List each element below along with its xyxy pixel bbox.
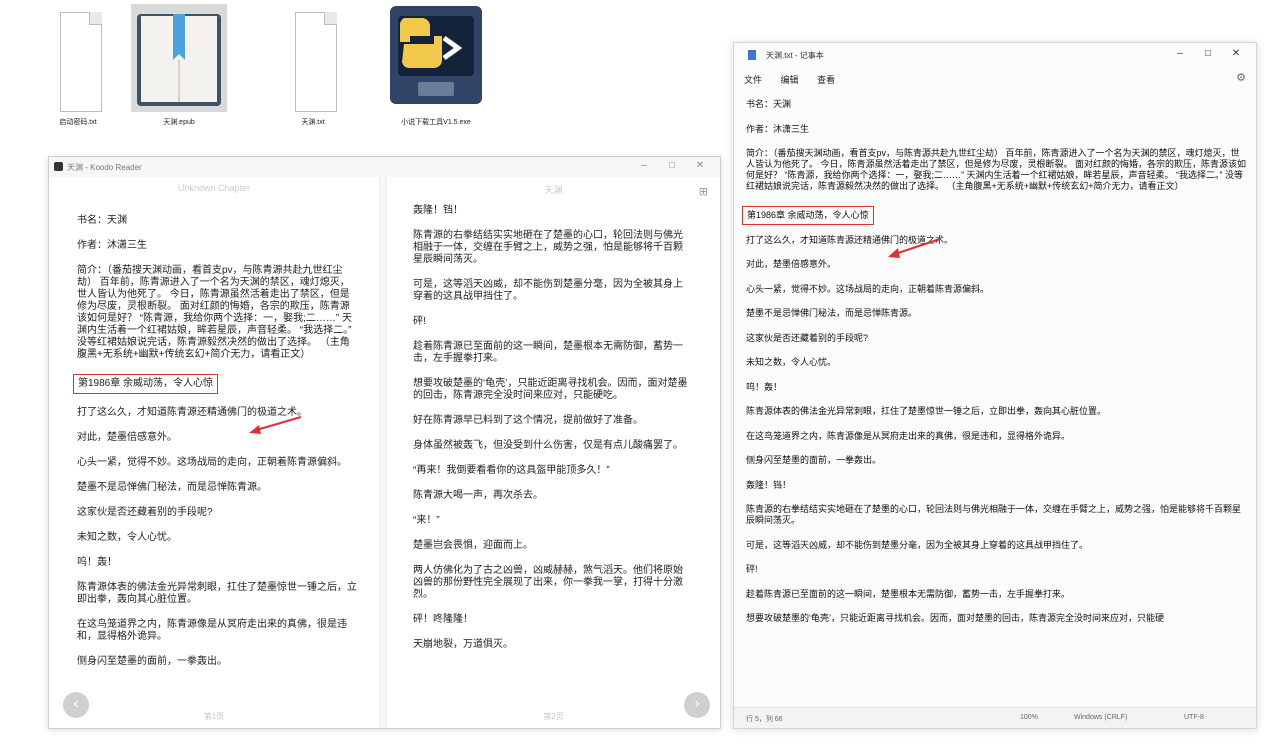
file-label: 小说下载工具V1.5.exe xyxy=(401,119,471,126)
chapter-title: 第1986章 余威动荡，令人心惊 xyxy=(747,209,869,220)
menu-view[interactable]: 查看 xyxy=(817,75,835,85)
paragraph: 轰隆！铛！ xyxy=(413,205,463,216)
text-line: 呜！轰！ xyxy=(746,381,783,392)
paragraph: 趁着陈青源已至面前的这一瞬间，楚墨根本无需防御，蓄势一击，左手握拳打来。 xyxy=(413,341,683,364)
text-line: 作者：沐潇三生 xyxy=(746,123,810,134)
file-startup-password-txt[interactable]: 启动密码.txt xyxy=(30,4,126,130)
paragraph: 未知之数，令人心忧。 xyxy=(77,532,177,543)
file-tianyuan-txt[interactable]: 天渊.txt xyxy=(265,4,361,130)
paragraph: “再来！我倒要看看你的这具盔甲能顶多久！” xyxy=(413,465,610,476)
text-line: 对此，楚墨倍感意外。 xyxy=(746,259,837,269)
file-downloader-exe[interactable]: 小说下载工具V1.5.exe xyxy=(388,4,484,130)
text-line: 趁着陈青源已至面前的这一瞬间，楚墨根本无需防御，蓄势一击，左手握拳打来。 xyxy=(746,588,1071,599)
paragraph: 砰! xyxy=(413,316,426,327)
text-line: 可是，这等滔天凶威，却不能伤到楚墨分毫，因为全被其身上穿着的这具战甲挡住了。 xyxy=(746,539,1089,550)
text-line: 侧身闪至楚墨的面前，一拳轰出。 xyxy=(746,455,882,465)
koodo-reader-window: 天渊 - Koodo Reader – □ ✕ Unknown Chapter 书名… xyxy=(48,156,721,729)
settings-gear-icon[interactable]: ⚙ xyxy=(1236,71,1246,84)
paragraph: 打了这么久，才知道陈青源还精通佛门的极道之术。 xyxy=(77,407,307,418)
book-title-line: 书名：天渊 xyxy=(77,215,127,226)
page-number: 第1页 xyxy=(203,712,225,721)
chapter-title: 第1986章 余威动荡，令人心惊 xyxy=(78,378,214,389)
menu-file[interactable]: 文件 xyxy=(744,75,762,85)
paragraph: 在这鸟笼道界之内，陈青源像是从冥府走出来的真佛，很是违和，显得格外诡异。 xyxy=(77,619,347,642)
notepad-window: 天渊.txt - 记事本 – □ ✕ 文件 编辑 查看 ⚙ 书名：天渊 作者：沐潇三… xyxy=(733,42,1257,729)
menu-bar: 文件 编辑 查看 xyxy=(744,73,851,86)
paragraph: 陈青源的右拳结结实实地砸在了楚墨的心口，轮回法则与佛光相融于一体，交缠在手臂之上… xyxy=(413,230,683,265)
line-ending: Windows (CRLF) xyxy=(1074,714,1128,721)
paragraph: 楚墨岂会畏惧，迎面而上。 xyxy=(413,540,533,551)
paragraph: 身体虽然被轰飞，但没受到什么伤害，仅是有点儿酸痛罢了。 xyxy=(413,440,683,451)
paragraph: 天崩地裂，万道俱灭。 xyxy=(413,639,513,650)
encoding: UTF-8 xyxy=(1184,714,1204,721)
close-icon[interactable]: ✕ xyxy=(686,160,714,171)
text-line: 这家伙是否还藏着别的手段呢? xyxy=(746,332,869,343)
paragraph: 想要攻破楚墨的‘龟壳’，只能近距离寻找机会。因而，面对楚墨的回击，陈青源完全没时… xyxy=(413,378,688,401)
minimize-icon[interactable]: – xyxy=(630,160,658,171)
txt-file-icon xyxy=(30,4,126,112)
reader-left-page: Unknown Chapter 书名：天渊 作者：沐潇三生 简介：（番茄搜天渊动… xyxy=(49,177,379,728)
file-label: 天渊.txt xyxy=(301,119,325,126)
menu-edit[interactable]: 编辑 xyxy=(781,75,799,85)
paragraph: 楚墨不是忌惮佛门秘法，而是忌惮陈青源。 xyxy=(77,482,267,493)
book-spine xyxy=(379,177,387,728)
minimize-icon[interactable]: – xyxy=(1166,48,1194,59)
book-icon xyxy=(131,4,227,112)
status-bar: 行 5，列 66 100% Windows (CRLF) UTF-8 xyxy=(734,707,1256,728)
window-title: 天渊.txt - 记事本 xyxy=(766,51,824,60)
reader-right-page: 天渊 ⊞ 轰隆！铛！ 陈青源的右拳结结实实地砸在了楚墨的心口，轮回法则与佛光相融… xyxy=(387,177,720,728)
paragraph: 可是，这等滔天凶威，却不能伤到楚墨分毫，因为全被其身上穿着的这具战甲挡住了。 xyxy=(413,279,683,302)
text-line: 简介：（番茄搜天渊动画，看首支pv，与陈青源共赴九世红尘劫） 百年前，陈青源进入… xyxy=(746,148,1247,191)
koodo-title-bar: 天渊 - Koodo Reader – □ ✕ xyxy=(49,157,720,177)
koodo-app-icon xyxy=(54,162,63,171)
text-line: 想要攻破楚墨的‘龟壳’，只能近距离寻找机会。因而，面对楚墨的回击，陈青源完全没时… xyxy=(746,613,1165,623)
paragraph: 心头一紧，觉得不妙。这场战局的走向，正朝着陈青源偏斜。 xyxy=(77,457,347,468)
text-line: 在这鸟笼道界之内，陈青源像是从冥府走出来的真佛，很是违和，显得格外诡异。 xyxy=(746,430,1071,441)
txt-file-icon xyxy=(265,4,361,112)
notepad-title-bar: 天渊.txt - 记事本 – □ ✕ xyxy=(734,43,1256,67)
file-label: 天渊.epub xyxy=(163,119,195,126)
cursor-position: 行 5，列 66 xyxy=(746,716,783,723)
chapter-title-highlight: 第1986章 余威动荡，令人心惊 xyxy=(742,205,874,225)
file-label: 启动密码.txt xyxy=(59,119,97,126)
author-line: 作者：沐潇三生 xyxy=(77,240,147,251)
red-arrow-icon xyxy=(888,238,941,258)
grid-view-icon[interactable]: ⊞ xyxy=(699,185,708,198)
text-editor[interactable]: 书名：天渊 作者：沐潇三生 简介：（番茄搜天渊动画，看首支pv，与陈青源共赴九世… xyxy=(742,99,1247,706)
page-number: 第2页 xyxy=(543,712,564,721)
maximize-icon[interactable]: □ xyxy=(658,160,686,171)
paragraph: 两人仿佛化为了古之凶兽，凶威赫赫，煞气滔天。他们将原始凶兽的那份野性完全展现了出… xyxy=(413,565,683,600)
window-title: 天渊 - Koodo Reader xyxy=(67,163,142,172)
paragraph: “来！” xyxy=(413,515,440,526)
zoom-level: 100% xyxy=(1020,714,1038,721)
paragraph: 对此，楚墨倍感意外。 xyxy=(77,432,177,443)
red-arrow-icon xyxy=(249,416,302,434)
paragraph: 砰！咚隆隆！ xyxy=(413,614,473,625)
paragraph: 陈青源大喝一声，再次杀去。 xyxy=(413,490,543,501)
paragraph: 陈青源体表的佛法金光异常刺眼，扛住了楚墨惊世一锤之后，立即出拳，轰向其心脏位置。 xyxy=(77,582,357,605)
paragraph: 呜！轰！ xyxy=(77,557,117,568)
text-line: 陈青源的右拳结结实实地砸在了楚墨的心口，轮回法则与佛光相融于一体，交缠在手臂之上… xyxy=(746,504,1242,525)
synopsis: 简介：（番茄搜天渊动画，看首支pv，与陈青源共赴九世红尘劫） 百年前，陈青源进入… xyxy=(77,265,352,360)
text-line: 心头一紧，觉得不妙。这场战局的走向，正朝着陈青源偏斜。 xyxy=(746,283,990,294)
text-line: 书名：天渊 xyxy=(746,99,792,109)
chapter-header: Unknown Chapter xyxy=(177,183,251,193)
text-line: 砰! xyxy=(746,564,758,574)
text-line: 未知之数，令人心忧。 xyxy=(746,357,837,367)
paragraph: 这家伙是否还藏着别的手段呢? xyxy=(77,507,213,518)
text-line: 楚墨不是忌惮佛门秘法，而是忌惮陈青源。 xyxy=(746,308,918,318)
file-tianyuan-epub[interactable]: 天渊.epub xyxy=(131,4,227,130)
paragraph: 侧身闪至楚墨的面前，一拳轰出。 xyxy=(77,656,227,667)
text-line: 陈青源体表的佛法金光异常刺眼，扛住了楚墨惊世一锤之后，立即出拳，轰向其心脏位置。 xyxy=(746,406,1107,416)
text-line: 轰隆！铛！ xyxy=(746,479,792,490)
paragraph: 好在陈青源早已料到了这个情况，提前做好了准备。 xyxy=(413,415,643,426)
text-line: 打了这么久，才知道陈青源还精通佛门的极道之术。 xyxy=(746,234,954,245)
maximize-icon[interactable]: □ xyxy=(1194,48,1222,59)
chapter-header: 天渊 xyxy=(544,185,563,195)
notepad-app-icon xyxy=(748,50,756,60)
chapter-title-highlight: 第1986章 余威动荡，令人心惊 xyxy=(73,374,219,394)
close-icon[interactable]: ✕ xyxy=(1222,48,1250,59)
python-app-icon xyxy=(388,4,484,112)
